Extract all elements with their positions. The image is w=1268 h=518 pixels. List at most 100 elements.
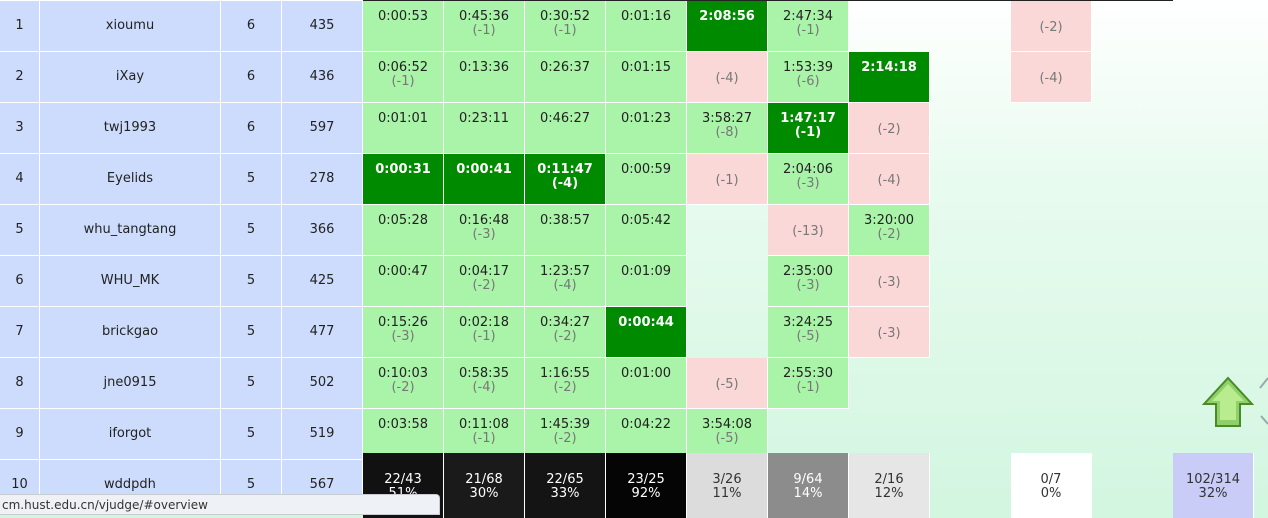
wrong-attempts: (-4) [877,173,901,188]
penalty-cell: 477 [282,307,363,358]
problem-result-cell: (-4) [849,154,930,205]
solve-time: 0:01:09 [620,264,672,279]
problem-result-cell: 0:01:15 [606,52,687,103]
wrong-attempts: (-4) [472,380,496,395]
wrong-attempts: (-3) [391,329,415,344]
problem-result-cell: 0:05:28 [363,205,444,256]
solve-time: 0:05:42 [620,213,672,228]
solve-time: 0:01:15 [620,60,672,75]
solve-time: 0:15:26 [377,315,429,330]
solve-time: 1:16:55 [539,366,591,381]
wrong-attempts: (-4) [1039,71,1063,86]
solve-time: 3:20:00 [863,213,915,228]
wrong-attempts: (-2) [553,329,577,344]
accepted-percent: 92% [631,486,661,501]
team-name-cell[interactable]: xioumu [40,1,221,52]
problem-result-cell: (-1) [687,154,768,205]
solve-time: 0:00:47 [377,264,429,279]
accepted-ratio: 3/26 [712,472,742,487]
problem-stat-cell: 23/25 92% [606,453,687,518]
team-name-cell[interactable]: iXay [40,52,221,103]
wrong-attempts: (-3) [877,275,901,290]
team-name-cell[interactable]: twj1993 [40,103,221,154]
wrong-attempts: (-6) [796,74,820,89]
problem-result-cell: (-4) [1011,52,1092,103]
team-name-cell[interactable]: jne0915 [40,358,221,409]
problem-result-cell: 0:46:27 [525,103,606,154]
accepted-ratio: 22/65 [546,472,584,487]
solve-time: 0:04:17 [458,264,510,279]
solve-time: 0:38:57 [539,213,591,228]
problem-result-cell: 0:01:01 [363,103,444,154]
problem-stat-cell: 102/314 32% [1173,453,1254,518]
wrong-attempts: (-2) [553,431,577,446]
team-name-cell[interactable]: iforgot [40,409,221,460]
partial-arrow-icon [1259,377,1268,425]
team-name-cell[interactable]: Eyelids [40,154,221,205]
standings-board: 1 xioumu 6 435 0:00:53 0:45:36 (-1) 0:30:52 (-1)… [0,0,1268,518]
scroll-to-top-button[interactable] [1202,376,1254,430]
problem-result-cell: 0:01:00 [606,358,687,409]
problem-result-cell: 0:26:37 [525,52,606,103]
problem-result-cell: 2:04:06 (-3) [768,154,849,205]
solve-time: 0:00:59 [620,162,672,177]
wrong-attempts: (-2) [1039,20,1063,35]
problem-result-cell: 2:08:56 [687,1,768,52]
problem-result-cell: 0:58:35 (-4) [444,358,525,409]
wrong-attempts: (-5) [715,377,739,392]
penalty-cell: 597 [282,103,363,154]
solve-time: 0:23:11 [458,111,510,126]
solve-time: 0:30:52 [539,9,591,24]
solve-time: 0:04:22 [620,417,672,432]
problem-result-cell: 0:00:59 [606,154,687,205]
solved-count-cell: 5 [221,205,282,256]
wrong-attempts: (-1) [472,329,496,344]
problem-result-cell: 0:45:36 (-1) [444,1,525,52]
solve-time: 1:23:57 [539,264,591,279]
accepted-ratio: 9/64 [793,472,823,487]
wrong-attempts: (-5) [715,431,739,446]
rank-cell: 8 [0,358,40,409]
team-name-cell[interactable]: brickgao [40,307,221,358]
team-name-cell[interactable]: whu_tangtang [40,205,221,256]
problem-result-cell: (-13) [768,205,849,256]
solve-time: 0:06:52 [377,60,429,75]
solve-time: 3:24:25 [782,315,834,330]
accepted-percent: 30% [469,486,499,501]
solve-time: 2:35:00 [782,264,834,279]
solve-time: 0:26:37 [539,60,591,75]
problem-result-cell: 0:13:36 [444,52,525,103]
problem-result-cell: 0:15:26 (-3) [363,307,444,358]
wrong-attempts: (-1) [391,74,415,89]
wrong-attempts: (-2) [553,380,577,395]
penalty-cell: 366 [282,205,363,256]
solve-time: 0:10:03 [377,366,429,381]
problem-result-cell: (-5) [687,358,768,409]
wrong-attempts: (-13) [792,224,824,239]
solve-time: 1:53:39 [782,60,834,75]
solve-time: 0:01:01 [377,111,429,126]
problem-result-cell: 0:16:48 (-3) [444,205,525,256]
accepted-percent: 11% [712,486,742,501]
problem-result-cell: 0:00:53 [363,1,444,52]
problem-result-cell: 0:05:42 [606,205,687,256]
solve-time: 2:14:18 [861,60,917,75]
solve-time: 0:02:18 [458,315,510,330]
solve-time: 1:45:39 [539,417,591,432]
problem-stat-cell: 0/7 0% [1011,453,1092,518]
problem-result-cell: 0:02:18 (-1) [444,307,525,358]
accepted-ratio: 102/314 [1185,472,1240,487]
problem-result-cell: (-3) [849,256,930,307]
wrong-attempts: (-1) [796,380,820,395]
wrong-attempts: (-2) [877,122,901,137]
wrong-attempts: (-1) [796,23,820,38]
wrong-attempts: (-1) [553,23,577,38]
penalty-cell: 425 [282,256,363,307]
problem-result-cell: (-4) [687,52,768,103]
solve-time: 2:55:30 [782,366,834,381]
solve-time: 1:47:17 [780,111,836,126]
penalty-cell: 502 [282,358,363,409]
wrong-attempts: (-1) [472,431,496,446]
solve-time: 0:34:27 [539,315,591,330]
team-name-cell[interactable]: WHU_MK [40,256,221,307]
